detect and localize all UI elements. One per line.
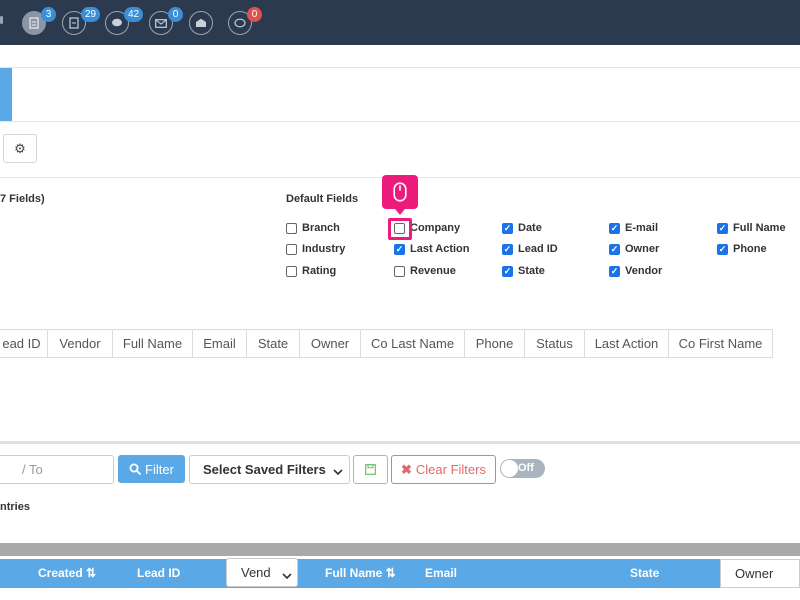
checkbox-checked[interactable]: ✓: [609, 222, 620, 234]
field-option-full-name[interactable]: ✓ Full Name: [717, 221, 786, 235]
filter-button[interactable]: Filter: [118, 455, 185, 483]
header-state[interactable]: State: [630, 559, 659, 588]
column-chip[interactable]: Phone: [464, 329, 525, 358]
section-divider: [0, 441, 800, 444]
notification-badge: 0: [168, 7, 183, 22]
toggle-label: Off: [518, 462, 534, 474]
checkbox[interactable]: [286, 243, 297, 255]
column-chip[interactable]: Co Last Name: [360, 329, 465, 358]
header-created[interactable]: Created ⇅: [38, 559, 96, 588]
column-chip[interactable]: Email: [192, 329, 247, 358]
notification-badge: 0: [247, 7, 262, 22]
gear-icon: ⚙: [14, 140, 26, 156]
field-option-industry[interactable]: Industry: [286, 242, 345, 256]
header-lead-id[interactable]: Lead ID: [137, 559, 180, 588]
table-header: [0, 559, 800, 588]
header-email[interactable]: Email: [425, 559, 457, 588]
notification-badge: 3: [41, 7, 56, 22]
settings-button[interactable]: ⚙: [3, 134, 37, 163]
owner-filter-input[interactable]: Owner: [720, 559, 800, 588]
toggle-knob: [501, 460, 518, 477]
mail-open-icon[interactable]: [189, 11, 213, 35]
column-chip[interactable]: Co First Name: [668, 329, 773, 358]
checkbox[interactable]: [286, 265, 297, 277]
checkbox-checked[interactable]: ✓: [502, 243, 513, 255]
checkbox-checked[interactable]: ✓: [609, 265, 620, 277]
field-option-state[interactable]: ✓ State: [502, 264, 545, 278]
date-to-input[interactable]: / To: [0, 455, 114, 484]
field-option-owner[interactable]: ✓ Owner: [609, 242, 659, 256]
field-option-vendor[interactable]: ✓ Vendor: [609, 264, 662, 278]
field-option-email[interactable]: ✓ E-mail: [609, 221, 658, 235]
column-chip[interactable]: State: [246, 329, 300, 358]
field-option-branch[interactable]: Branch: [286, 221, 340, 235]
navbar-edge-fragment: [0, 16, 3, 24]
checkbox-checked[interactable]: ✓: [717, 222, 728, 234]
click-target-highlight: [388, 218, 412, 240]
column-chip[interactable]: Full Name: [112, 329, 193, 358]
checkbox-checked[interactable]: ✓: [609, 243, 620, 255]
checkbox[interactable]: [394, 265, 405, 277]
column-chip[interactable]: Vendor: [47, 329, 113, 358]
header-full-name[interactable]: Full Name ⇅: [325, 559, 396, 588]
chevron-down-icon: [333, 464, 343, 479]
divider: [0, 67, 800, 68]
column-chip[interactable]: ead ID: [0, 329, 48, 358]
field-option-revenue[interactable]: Revenue: [394, 264, 456, 278]
checkbox-checked[interactable]: ✓: [502, 222, 513, 234]
click-marker: [382, 175, 418, 209]
field-option-phone[interactable]: ✓ Phone: [717, 242, 767, 256]
field-option-rating[interactable]: Rating: [286, 264, 336, 278]
default-fields-title: Default Fields: [286, 193, 359, 205]
notification-badge: 42: [124, 7, 144, 22]
saved-filters-select[interactable]: Select Saved Filters: [189, 455, 350, 484]
clear-filters-button[interactable]: ✖ Clear Filters: [391, 455, 496, 484]
accent-bar: [0, 68, 12, 121]
save-icon: [365, 464, 376, 475]
checkbox-checked[interactable]: ✓: [394, 243, 405, 255]
chevron-down-icon: [282, 568, 292, 583]
close-icon: ✖: [401, 461, 412, 477]
save-filter-button[interactable]: [353, 455, 388, 484]
checkbox-checked[interactable]: ✓: [502, 265, 513, 277]
column-chip[interactable]: Status: [524, 329, 585, 358]
column-chip[interactable]: Last Action: [584, 329, 669, 358]
all-fields-title: 7 Fields): [0, 193, 45, 205]
field-option-date[interactable]: ✓ Date: [502, 221, 542, 235]
field-option-last-action[interactable]: ✓ Last Action: [394, 242, 470, 256]
divider: [0, 121, 800, 122]
click-marker-pointer: [395, 209, 405, 215]
checkbox-checked[interactable]: ✓: [717, 243, 728, 255]
column-chip[interactable]: Owner: [299, 329, 361, 358]
search-icon: [129, 463, 141, 475]
entries-label: ntries: [0, 501, 30, 513]
field-option-lead-id[interactable]: ✓ Lead ID: [502, 242, 558, 256]
vendor-filter-select[interactable]: Vend: [226, 558, 298, 587]
notification-badge: 29: [81, 7, 101, 22]
table-scrollbar[interactable]: [0, 543, 800, 556]
mouse-icon: [393, 182, 407, 202]
checkbox[interactable]: [286, 222, 297, 234]
